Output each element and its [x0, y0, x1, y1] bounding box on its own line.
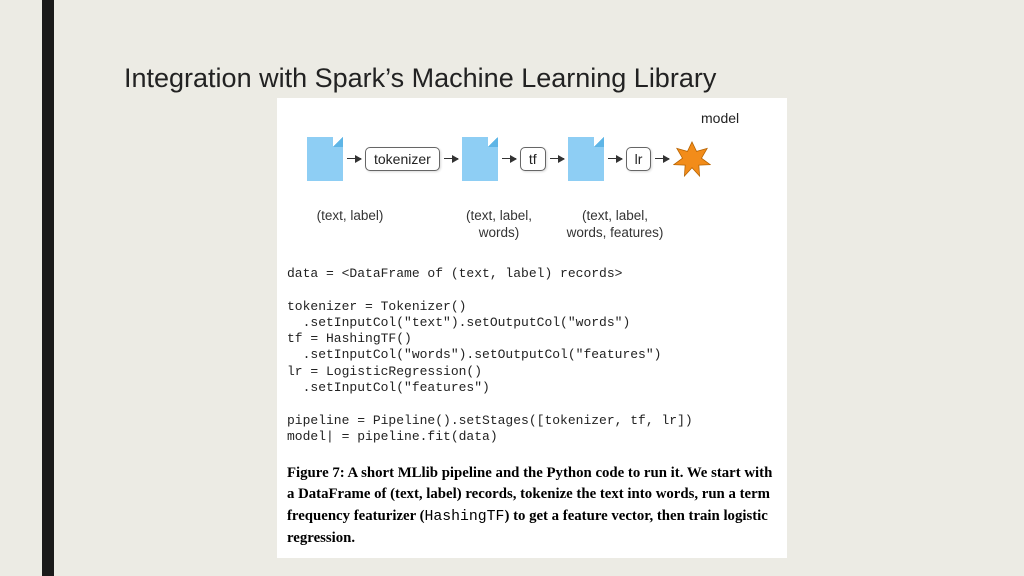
sublabel-1: (text, label)	[305, 208, 395, 225]
model-star-icon	[673, 140, 711, 178]
code-listing: data = <DataFrame of (text, label) recor…	[287, 266, 693, 445]
figure-box: model tokenizer tf lr (text, label) (tex…	[277, 98, 787, 558]
dataframe-icon	[307, 137, 343, 181]
sublabel-3: (text, label,words, features)	[555, 208, 675, 242]
stage-tokenizer: tokenizer	[365, 147, 440, 171]
arrow-icon	[347, 158, 361, 159]
slide-title: Integration with Spark’s Machine Learnin…	[124, 63, 716, 94]
stage-tf: tf	[520, 147, 546, 171]
arrow-icon	[502, 158, 516, 159]
caption-mono: HashingTF	[425, 509, 505, 525]
slide: Integration with Spark’s Machine Learnin…	[0, 0, 1024, 576]
dataframe-icon	[568, 137, 604, 181]
stage-lr: lr	[626, 147, 652, 171]
pipeline-diagram: tokenizer tf lr	[307, 131, 757, 186]
sublabel-2: (text, label,words)	[449, 208, 549, 242]
arrow-icon	[655, 158, 669, 159]
model-output-label: model	[701, 110, 739, 126]
arrow-icon	[608, 158, 622, 159]
dataframe-icon	[462, 137, 498, 181]
arrow-icon	[444, 158, 458, 159]
arrow-icon	[550, 158, 564, 159]
figure-caption: Figure 7: A short MLlib pipeline and the…	[287, 463, 777, 550]
